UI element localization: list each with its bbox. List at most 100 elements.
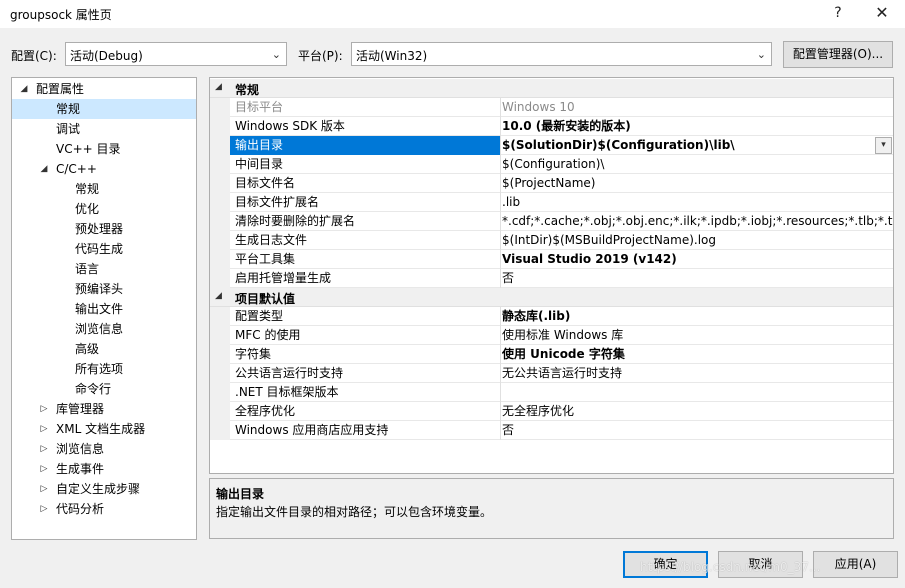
config-manager-button[interactable]: 配置管理器(O)... <box>783 41 893 68</box>
title-bar: groupsock 属性页 ? ✕ <box>0 0 905 28</box>
property-grid: ◢ 常规 目标平台 Windows 10 Windows SDK 版本 10.0… <box>209 77 894 474</box>
dropdown-arrow-icon[interactable]: ▾ <box>875 137 892 154</box>
property-row[interactable]: 字符集 使用 Unicode 字符集 <box>210 345 893 364</box>
property-row[interactable]: Windows SDK 版本 10.0 (最新安装的版本) <box>210 117 893 136</box>
property-name: MFC 的使用 <box>230 326 501 345</box>
tree-item-browse-information[interactable]: ▷ 浏览信息 <box>12 439 196 459</box>
row-gutter <box>210 421 230 440</box>
tree-item-build-events[interactable]: ▷ 生成事件 <box>12 459 196 479</box>
tree-item-command-line[interactable]: 命令行 <box>12 379 196 399</box>
category-tree: ◢ 配置属性 常规 调试 VC++ 目录 ◢ C/C++ 常规 优化 预处理器 … <box>11 77 197 540</box>
tree-item-browse-info[interactable]: 浏览信息 <box>12 319 196 339</box>
property-value-input[interactable]: $(SolutionDir)$(Configuration)\lib\ <box>502 136 893 155</box>
property-row[interactable]: 平台工具集 Visual Studio 2019 (v142) <box>210 250 893 269</box>
tree-item-config-properties[interactable]: ◢ 配置属性 <box>12 79 196 99</box>
tree-item-debugging[interactable]: 调试 <box>12 119 196 139</box>
tree-item-all-options[interactable]: 所有选项 <box>12 359 196 379</box>
property-value: Visual Studio 2019 (v142) <box>502 252 677 266</box>
tree-item-general[interactable]: 常规 <box>12 99 196 119</box>
tree-item-code-analysis[interactable]: ▷ 代码分析 <box>12 499 196 519</box>
config-select[interactable]: 活动(Debug) ⌄ <box>65 42 287 66</box>
collapsed-icon[interactable]: ▷ <box>38 419 50 439</box>
tree-item-custom-build-step[interactable]: ▷ 自定义生成步骤 <box>12 479 196 499</box>
property-name: 全程序优化 <box>230 402 501 421</box>
collapsed-icon[interactable]: ▷ <box>38 439 50 459</box>
apply-button[interactable]: 应用(A) <box>813 551 898 578</box>
property-name: 目标文件扩展名 <box>230 193 501 212</box>
tree-item-language[interactable]: 语言 <box>12 259 196 279</box>
property-value: $(Configuration)\ <box>502 157 605 171</box>
collapsed-icon[interactable]: ▷ <box>38 499 50 519</box>
property-row[interactable]: 全程序优化 无全程序优化 <box>210 402 893 421</box>
property-row[interactable]: 目标平台 Windows 10 <box>210 98 893 117</box>
tree-item-xml-doc-generator[interactable]: ▷ XML 文档生成器 <box>12 419 196 439</box>
collapsed-icon[interactable]: ▷ <box>38 479 50 499</box>
tree-item-label: 库管理器 <box>56 402 105 416</box>
property-value: $(ProjectName) <box>502 176 596 190</box>
platform-select[interactable]: 活动(Win32) ⌄ <box>351 42 772 66</box>
tree-item-precompiled-headers[interactable]: 预编译头 <box>12 279 196 299</box>
property-value: 否 <box>502 271 515 285</box>
property-value: 静态库(.lib) <box>502 309 571 323</box>
tree-item-label: 输出文件 <box>75 302 124 316</box>
property-name: 启用托管增量生成 <box>230 269 501 288</box>
expanded-icon[interactable]: ◢ <box>18 79 30 99</box>
tree-item-label: 调试 <box>56 122 81 136</box>
platform-label: 平台(P): <box>298 49 343 63</box>
tree-item-librarian[interactable]: ▷ 库管理器 <box>12 399 196 419</box>
collapsed-icon[interactable]: ▷ <box>38 399 50 419</box>
property-value <box>502 383 893 402</box>
row-gutter <box>210 231 230 250</box>
property-value: 使用 Unicode 字符集 <box>502 347 625 361</box>
property-name: 目标平台 <box>230 98 501 117</box>
tree-item-label: 高级 <box>75 342 100 356</box>
property-row[interactable]: 目标文件名 $(ProjectName) <box>210 174 893 193</box>
tree-item-label: 预编译头 <box>75 282 124 296</box>
tree-item-output-files[interactable]: 输出文件 <box>12 299 196 319</box>
tree-item-preprocessor[interactable]: 预处理器 <box>12 219 196 239</box>
property-name: 生成日志文件 <box>230 231 501 250</box>
property-name: 目标文件名 <box>230 174 501 193</box>
property-row[interactable]: 生成日志文件 $(IntDir)$(MSBuildProjectName).lo… <box>210 231 893 250</box>
config-select-value: 活动(Debug) <box>70 49 143 63</box>
tree-item-vc-directories[interactable]: VC++ 目录 <box>12 139 196 159</box>
tree-item-optimization[interactable]: 优化 <box>12 199 196 219</box>
property-row[interactable]: MFC 的使用 使用标准 Windows 库 <box>210 326 893 345</box>
watermark-text: https://blog.csdn.net/m0_37... <box>640 560 821 574</box>
row-gutter <box>210 345 230 364</box>
collapsed-icon[interactable]: ▷ <box>38 459 50 479</box>
property-row[interactable]: 公共语言运行时支持 无公共语言运行时支持 <box>210 364 893 383</box>
tree-item-cpp-general[interactable]: 常规 <box>12 179 196 199</box>
expanded-icon[interactable]: ◢ <box>215 82 222 92</box>
property-row[interactable]: 清除时要删除的扩展名 *.cdf;*.cache;*.obj;*.obj.enc… <box>210 212 893 231</box>
property-row[interactable]: .NET 目标框架版本 <box>210 383 893 402</box>
property-value: 10.0 (最新安装的版本) <box>502 119 631 133</box>
row-gutter <box>210 98 230 117</box>
property-row[interactable]: 启用托管增量生成 否 <box>210 269 893 288</box>
property-name: 清除时要删除的扩展名 <box>230 212 501 231</box>
platform-select-value: 活动(Win32) <box>356 49 428 63</box>
category-label: 项目默认值 <box>235 292 296 306</box>
chevron-down-icon: ⌄ <box>271 48 281 61</box>
expanded-icon[interactable]: ◢ <box>215 291 222 301</box>
property-row[interactable]: 配置类型 静态库(.lib) <box>210 307 893 326</box>
property-row[interactable]: 目标文件扩展名 .lib <box>210 193 893 212</box>
row-gutter <box>210 136 230 155</box>
help-button[interactable]: ? <box>818 2 858 26</box>
category-general[interactable]: ◢ 常规 <box>210 79 893 98</box>
property-row[interactable]: 中间目录 $(Configuration)\ <box>210 155 893 174</box>
window-title: groupsock 属性页 <box>10 8 112 22</box>
close-button[interactable]: ✕ <box>862 2 902 26</box>
property-value: 无全程序优化 <box>502 404 575 418</box>
tree-item-code-generation[interactable]: 代码生成 <box>12 239 196 259</box>
category-label: 常规 <box>235 83 260 97</box>
row-gutter <box>210 402 230 421</box>
expanded-icon[interactable]: ◢ <box>38 159 50 179</box>
tree-item-advanced[interactable]: 高级 <box>12 339 196 359</box>
property-row-selected[interactable]: 输出目录 $(SolutionDir)$(Configuration)\lib\… <box>210 136 893 155</box>
property-value: .lib <box>502 195 521 209</box>
tree-item-c-cpp[interactable]: ◢ C/C++ <box>12 159 196 179</box>
row-gutter <box>210 174 230 193</box>
category-project-defaults[interactable]: ◢ 项目默认值 <box>210 288 893 307</box>
property-row[interactable]: Windows 应用商店应用支持 否 <box>210 421 893 440</box>
